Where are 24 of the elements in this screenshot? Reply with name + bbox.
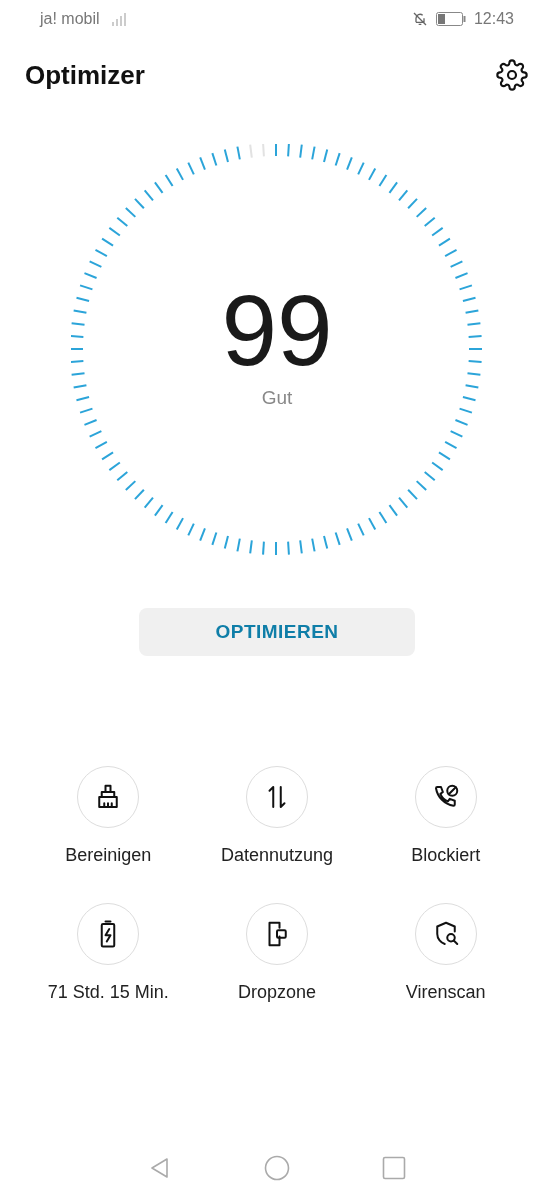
score-label: Gut <box>261 385 293 410</box>
tool-label: Bereinigen <box>65 844 152 867</box>
recents-icon[interactable] <box>382 1156 406 1180</box>
settings-button[interactable] <box>495 58 529 92</box>
tool-shortcut[interactable]: Bereinigen <box>24 766 193 869</box>
tool-shortcut[interactable]: Virenscan <box>361 903 530 1006</box>
tool-shortcut[interactable]: Datennutzung <box>192 766 362 869</box>
tool-shortcut[interactable]: Blockiert <box>361 766 530 869</box>
settings-icon <box>496 59 528 91</box>
tool-shortcut[interactable]: Dropzone <box>192 903 362 1006</box>
tool-label: Dropzone <box>237 981 316 1004</box>
battery-icon <box>435 12 466 26</box>
carrier-name: ja! mobil <box>40 9 100 29</box>
home-icon[interactable] <box>264 1155 290 1181</box>
tool-label: Blockiert <box>411 844 481 867</box>
tool-label: Virenscan <box>405 981 486 1004</box>
tool-shortcut[interactable]: 71 Std. 15 Min. <box>24 903 193 1006</box>
bell-off-icon <box>411 11 428 27</box>
tool-label: 71 Std. 15 Min. <box>47 981 169 1004</box>
tool-label: Datennutzung <box>220 844 334 867</box>
score-value: 99 <box>221 279 333 380</box>
clock-time: 12:43 <box>473 9 514 29</box>
page-title: Optimizer <box>25 58 145 92</box>
optimize-button[interactable]: OPTIMIEREN <box>139 608 415 656</box>
